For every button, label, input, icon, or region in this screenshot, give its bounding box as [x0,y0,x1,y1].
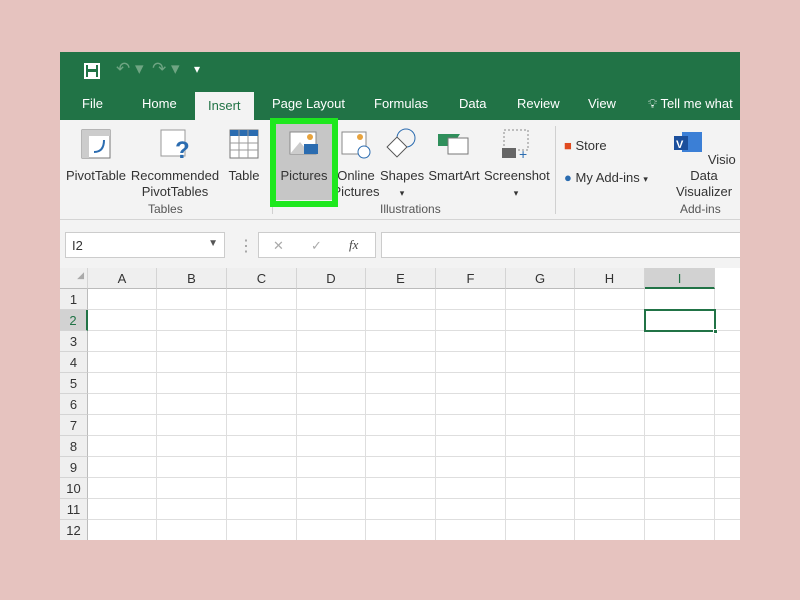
visio-data-visualizer-button[interactable]: V Visio Data Visualizer [672,128,736,200]
gridline [88,393,740,394]
divider [555,126,556,214]
recommended-pivottables-button[interactable]: ? Recommended PivotTables [130,128,220,200]
redo-icon[interactable]: ↷ ▾ [152,59,180,79]
pictures-highlight [270,118,338,207]
visio-icon: V [674,132,703,152]
spreadsheet-grid[interactable]: ◢ A B C D E F G H I 1 2 3 4 5 6 7 8 9 10 11 12 [60,268,740,540]
tab-data[interactable]: Data [459,96,486,111]
tab-insert[interactable]: Insert [195,92,254,120]
row-header-8[interactable]: 8 [60,436,88,457]
ribbon: PivotTable ? Recommended PivotTables Tabl… [60,120,740,220]
row-header-10[interactable]: 10 [60,478,88,499]
screenshot-button[interactable]: + Screenshot ▾ [484,128,550,201]
chevron-down-icon[interactable]: ▼ [208,238,218,249]
row-header-1[interactable]: 1 [60,289,88,310]
gridline [88,372,740,373]
store-icon: ■ [564,138,572,153]
smartart-icon [438,134,469,155]
tab-review[interactable]: Review [517,96,560,111]
column-header-G[interactable]: G [506,268,575,289]
group-label-addins: Add-ins [680,202,721,216]
shapes-icon [386,128,416,158]
excel-window: ↶ ▾ ↷ ▾ ▾ File Home Insert Page Layout F… [60,52,740,540]
name-box[interactable]: I2 ▼ [65,232,225,258]
chevron-down-icon: ▾ [513,188,519,198]
gridline [88,435,740,436]
selected-cell-I2[interactable] [644,309,718,334]
group-label-illustrations: Illustrations [380,202,441,216]
formula-buttons: ✕ ✓ fx [258,232,376,258]
tab-formulas[interactable]: Formulas [374,96,428,111]
screenshot-icon: + [502,129,529,162]
store-button[interactable]: ■ Store [564,138,607,154]
gridline [88,519,740,520]
shapes-button[interactable]: Shapes ▾ [380,128,424,201]
gridline [88,456,740,457]
column-header-E[interactable]: E [366,268,436,289]
pivottable-icon [81,129,111,159]
svg-text:?: ? [175,137,190,160]
row-header-2[interactable]: 2 [60,310,88,331]
enter-icon[interactable]: ✓ [311,238,322,254]
gridline [88,414,740,415]
ribbon-tabs: File Home Insert Page Layout Formulas Da… [60,90,740,120]
row-header-5[interactable]: 5 [60,373,88,394]
tab-page-layout[interactable]: Page Layout [272,96,345,111]
gridline [88,351,740,352]
row-header-11[interactable]: 11 [60,499,88,520]
customize-icon[interactable]: ▾ [194,62,200,76]
title-bar: ↶ ▾ ↷ ▾ ▾ [60,52,740,90]
row-header-6[interactable]: 6 [60,394,88,415]
row-header-7[interactable]: 7 [60,415,88,436]
column-header-H[interactable]: H [575,268,645,289]
row-header-12[interactable]: 12 [60,520,88,540]
select-all-button[interactable]: ◢ [60,268,88,289]
row-header-9[interactable]: 9 [60,457,88,478]
undo-icon[interactable]: ↶ ▾ [116,59,144,79]
more-icon: ⋮ [238,238,254,255]
table-button[interactable]: Table [226,128,262,184]
fill-handle[interactable] [713,329,718,334]
online-pictures-button[interactable]: Online Pictures [332,128,380,200]
tell-me-search[interactable]: 💡︎ Tell me what [648,96,733,112]
addins-icon: ● [564,170,572,185]
gridline [88,477,740,478]
table-icon [229,129,259,159]
tab-file[interactable]: File [82,96,103,111]
recommended-pivottables-icon: ? [160,129,190,164]
online-pictures-icon [341,131,371,159]
row-header-4[interactable]: 4 [60,352,88,373]
gridline [88,330,740,331]
smartart-button[interactable]: SmartArt [426,128,482,184]
column-header-F[interactable]: F [436,268,506,289]
column-header-C[interactable]: C [227,268,297,289]
pivottable-button[interactable]: PivotTable [64,128,128,184]
column-header-B[interactable]: B [157,268,227,289]
svg-text:V: V [676,139,684,151]
tab-home[interactable]: Home [142,96,177,111]
insert-function-icon[interactable]: fx [349,237,358,253]
cancel-icon[interactable]: ✕ [273,238,284,254]
group-label-tables: Tables [148,202,183,216]
formula-input[interactable] [381,232,740,258]
gridline [88,498,740,499]
gridline [88,309,740,310]
row-header-3[interactable]: 3 [60,331,88,352]
tab-view[interactable]: View [588,96,616,111]
column-header-I[interactable]: I [645,268,715,289]
my-addins-button[interactable]: ● My Add-ins ▾ [564,170,648,187]
lightbulb-icon: 💡︎ [648,96,658,111]
formula-bar-area: I2 ▼ ⋮ ✕ ✓ fx [60,220,740,268]
column-header-D[interactable]: D [297,268,366,289]
save-icon[interactable] [84,63,100,79]
column-header-A[interactable]: A [88,268,157,289]
svg-text:+: + [519,146,527,160]
chevron-down-icon: ▾ [643,174,648,184]
chevron-down-icon: ▾ [399,188,405,198]
